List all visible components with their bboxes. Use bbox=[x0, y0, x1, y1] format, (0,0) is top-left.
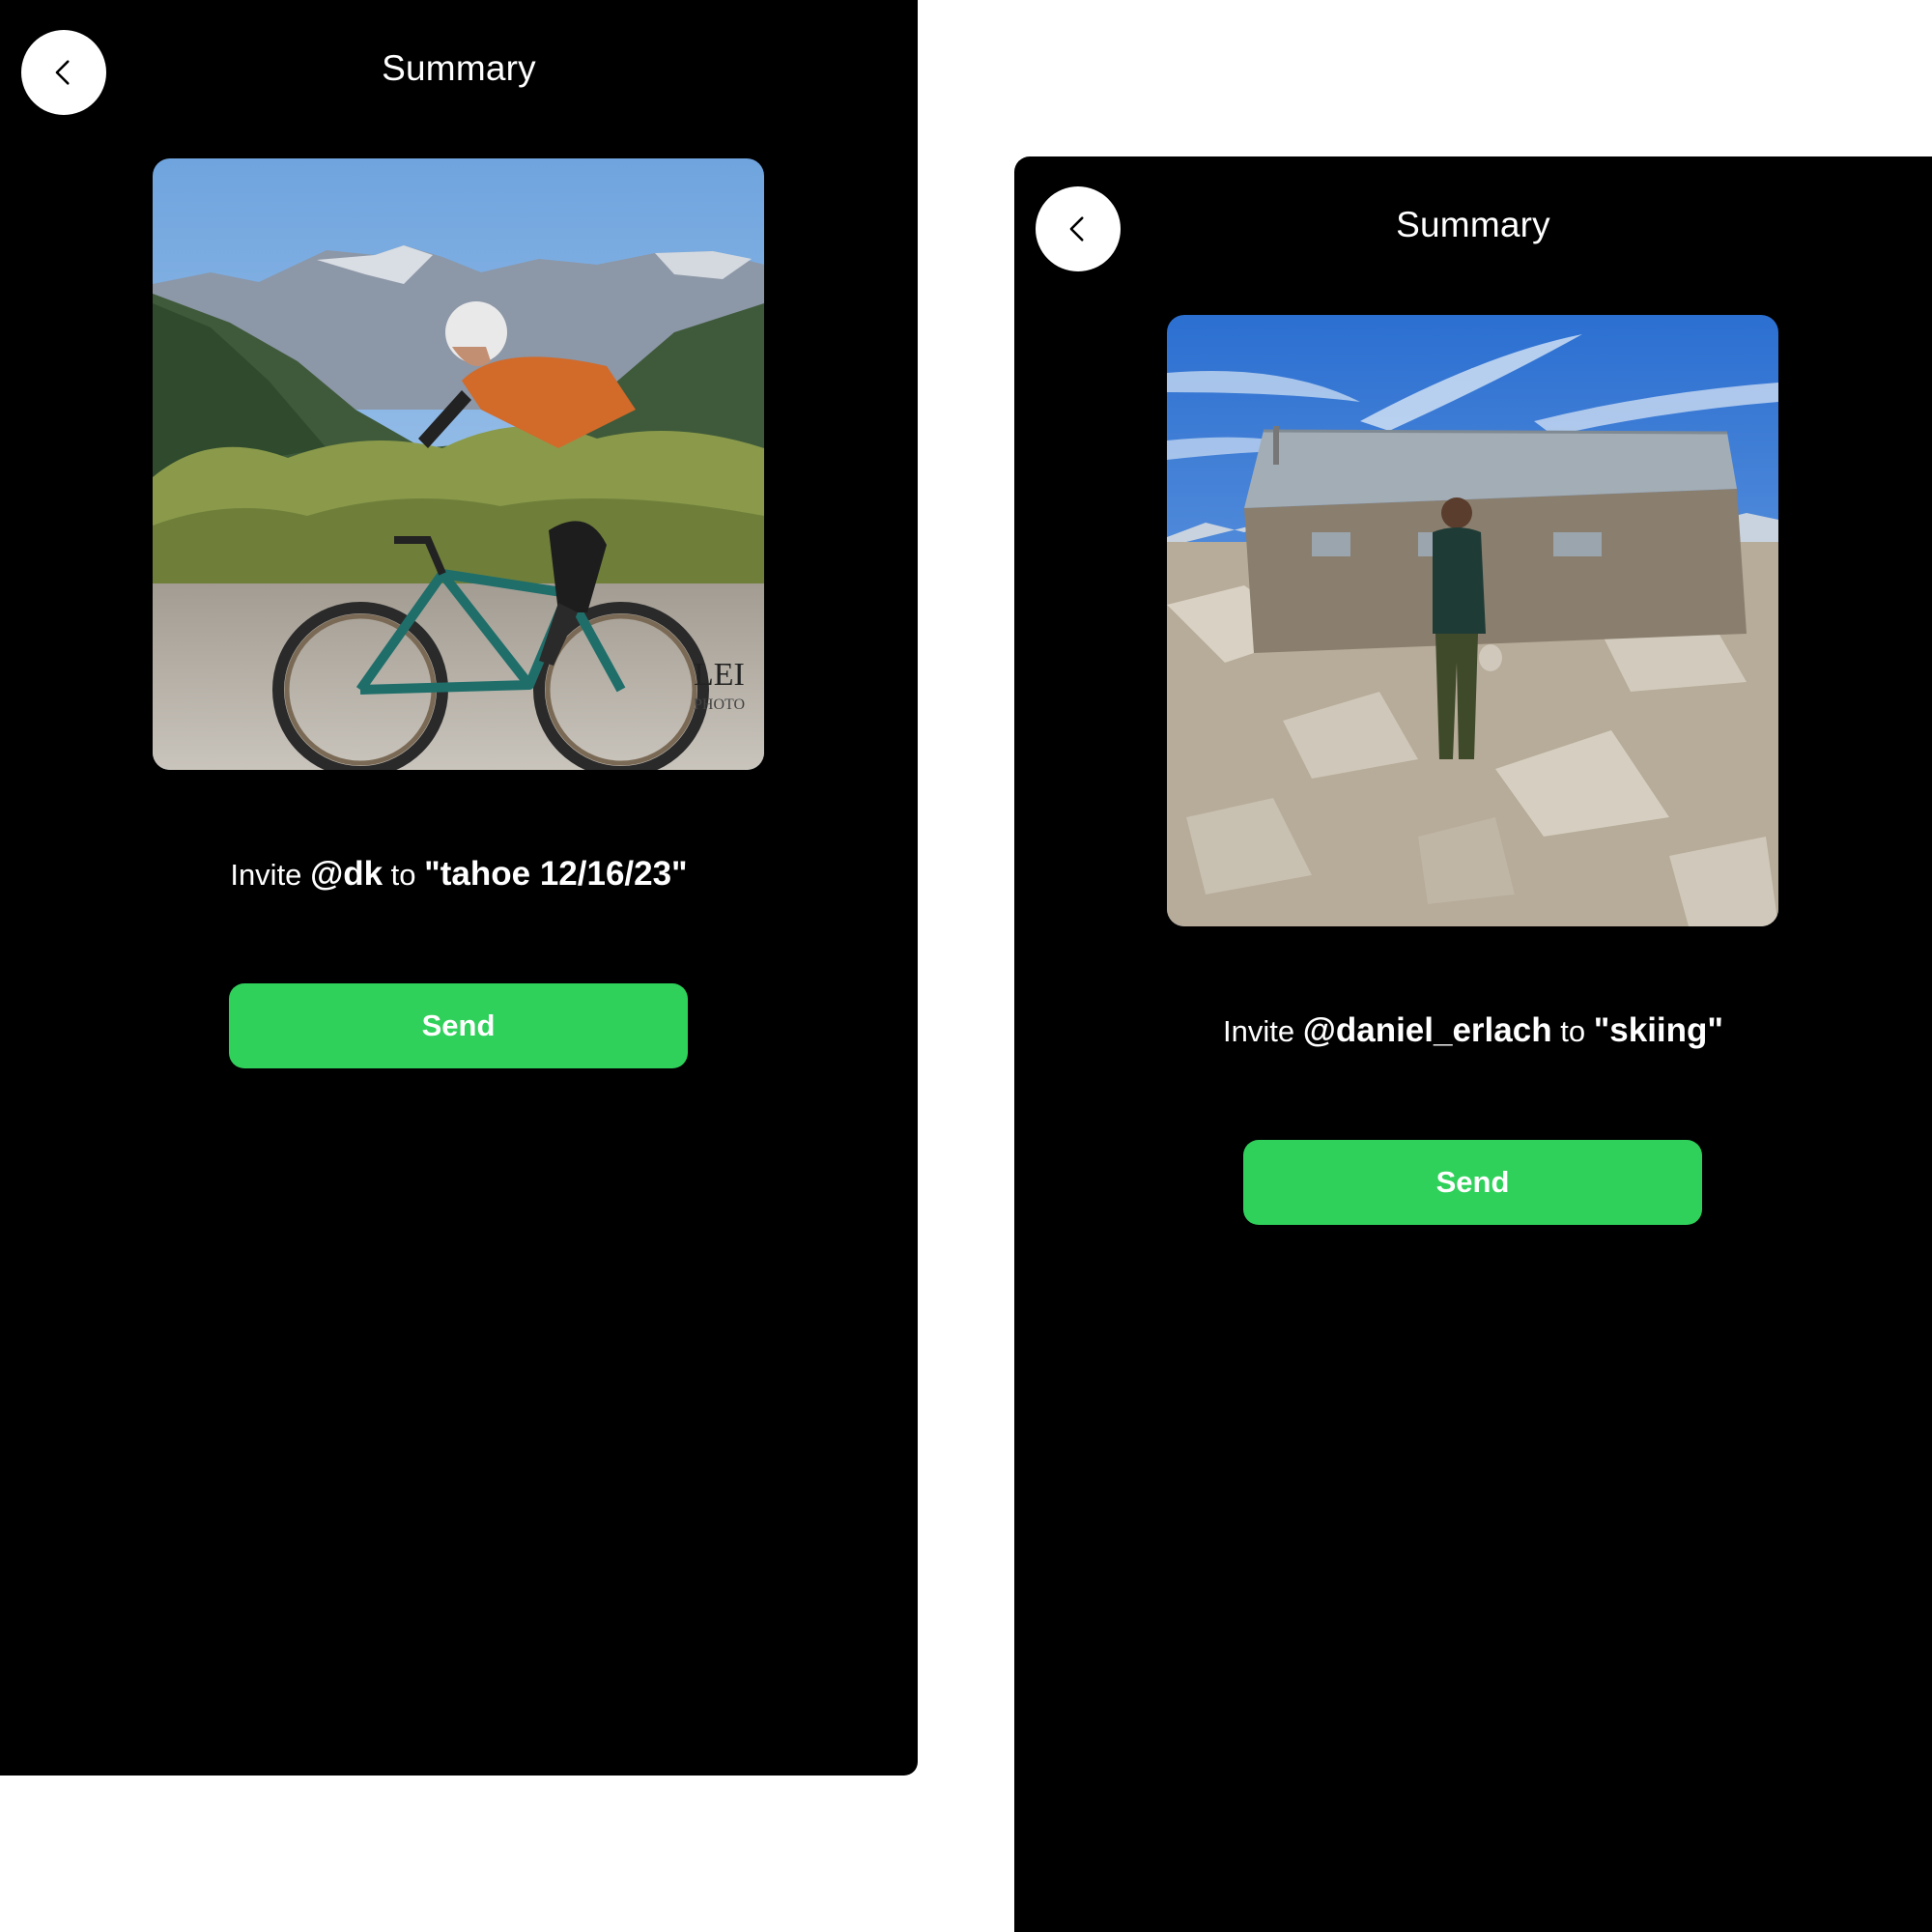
summary-screen-1: Summary LEI PHOTO Invite @dk to "tahoe 1… bbox=[0, 0, 918, 1776]
invite-user: @dk bbox=[310, 855, 384, 893]
send-button[interactable]: Send bbox=[229, 983, 688, 1068]
page-title: Summary bbox=[1396, 205, 1550, 244]
invite-group: "tahoe 12/16/23" bbox=[424, 855, 688, 893]
cyclist-photo: LEI PHOTO bbox=[153, 158, 764, 770]
summary-screen-2: Summary Invite @daniel_erlach to "skiing… bbox=[1014, 156, 1932, 1932]
photo-watermark: LEI bbox=[694, 657, 745, 693]
invite-user: @daniel_erlach bbox=[1302, 1011, 1552, 1049]
invite-text: Invite @dk to "tahoe 12/16/23" bbox=[0, 855, 918, 894]
invite-prefix: Invite bbox=[1222, 1014, 1295, 1048]
stone-hut-photo bbox=[1167, 315, 1778, 926]
invite-text: Invite @daniel_erlach to "skiing" bbox=[1014, 1011, 1932, 1050]
page-title: Summary bbox=[382, 48, 536, 88]
svg-text:PHOTO: PHOTO bbox=[694, 696, 745, 713]
invite-prefix: Invite bbox=[230, 858, 302, 892]
invite-connector: to bbox=[1560, 1014, 1586, 1048]
invite-group: "skiing" bbox=[1593, 1011, 1724, 1049]
invite-connector: to bbox=[390, 858, 416, 892]
send-button[interactable]: Send bbox=[1243, 1140, 1702, 1225]
